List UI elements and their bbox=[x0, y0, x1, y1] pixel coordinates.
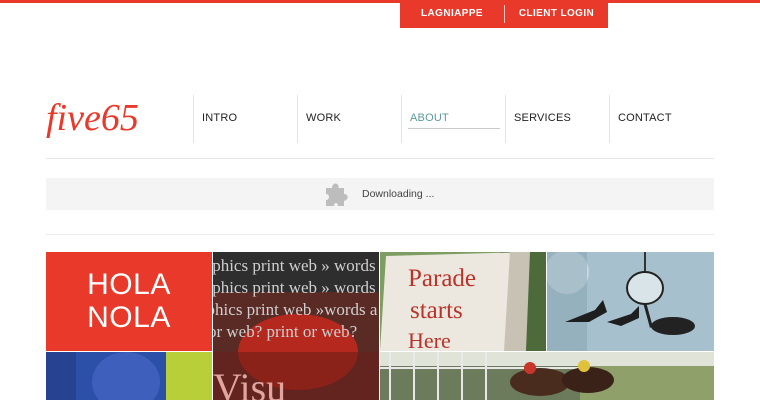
starts-word: starts bbox=[410, 297, 463, 324]
nav-active-underline bbox=[408, 128, 500, 129]
nav-item-about[interactable]: ABOUT bbox=[401, 95, 505, 143]
hummingbird-tile[interactable] bbox=[547, 252, 714, 351]
client-login-link[interactable]: CLIENT LOGIN bbox=[505, 0, 608, 28]
main-nav: INTRO WORK ABOUT SERVICES CONTACT bbox=[193, 95, 713, 143]
nola-text: NOLA bbox=[87, 301, 171, 334]
type-row: aphics print web »words a bbox=[213, 300, 378, 319]
typography-tile[interactable]: raphics print web » words a raphics prin… bbox=[213, 252, 379, 400]
lagniappe-link[interactable]: LAGNIAPPE bbox=[400, 0, 504, 28]
blue-photo-image bbox=[46, 352, 212, 400]
blue-photo-tile[interactable] bbox=[46, 352, 212, 400]
horse-race-image bbox=[380, 352, 714, 400]
type-row: raphics print web » words bbox=[213, 278, 376, 297]
content-divider bbox=[46, 234, 714, 235]
header-divider bbox=[46, 158, 714, 159]
hummingbird-image bbox=[547, 252, 714, 351]
five65-logo-mark: five65 bbox=[46, 97, 139, 139]
download-status-text: Downloading ... bbox=[362, 188, 435, 200]
nav-label-intro: INTRO bbox=[202, 112, 238, 124]
type-row: raphics print web » words a bbox=[213, 256, 379, 275]
nav-label-contact: CONTACT bbox=[618, 112, 672, 124]
nav-label-about: ABOUT bbox=[410, 112, 449, 124]
here-word: Here bbox=[408, 328, 451, 351]
logo-text: five65 bbox=[46, 97, 139, 139]
download-bar: Downloading ... bbox=[46, 178, 714, 210]
parade-sign-tile[interactable]: Parade starts Here bbox=[380, 252, 546, 351]
type-row: Visu bbox=[213, 365, 287, 400]
nav-item-services[interactable]: SERVICES bbox=[505, 95, 609, 143]
nav-label-work: WORK bbox=[306, 112, 342, 124]
type-row: t or web? print or web? bbox=[213, 322, 358, 341]
five65-logo[interactable]: five65 bbox=[44, 86, 164, 142]
horse-race-tile[interactable] bbox=[380, 352, 714, 400]
top-accent-rule bbox=[0, 0, 760, 3]
parade-word: Parade bbox=[408, 265, 476, 292]
nav-item-intro[interactable]: INTRO bbox=[193, 95, 297, 143]
hola-text: HOLA bbox=[87, 268, 171, 301]
nav-item-work[interactable]: WORK bbox=[297, 95, 401, 143]
utility-bar: LAGNIAPPE CLIENT LOGIN bbox=[400, 0, 608, 28]
hola-nola-tile[interactable]: HOLA NOLA bbox=[46, 252, 212, 351]
parade-sign-image: Parade starts Here bbox=[380, 252, 546, 351]
portfolio-grid: HOLA NOLA raphics print web » words a ra… bbox=[46, 252, 714, 400]
nav-item-contact[interactable]: CONTACT bbox=[609, 95, 713, 143]
nav-label-services: SERVICES bbox=[514, 112, 572, 124]
puzzle-piece-icon bbox=[326, 183, 348, 206]
